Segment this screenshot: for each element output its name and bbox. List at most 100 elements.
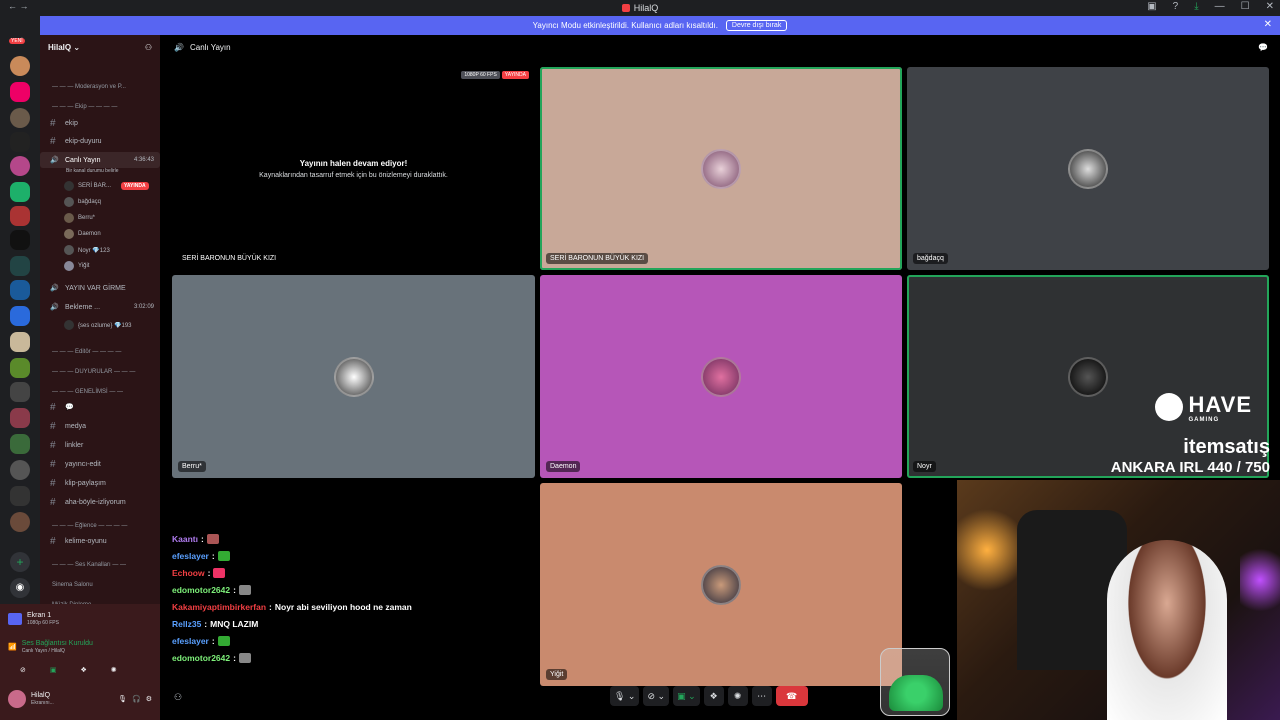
camera-off-icon[interactable]: ⊘ [20, 666, 26, 674]
tile-name: bağdaçq [913, 253, 948, 264]
help-icon[interactable]: ? [1173, 1, 1179, 12]
chat-icon[interactable]: 💬 [1258, 43, 1268, 52]
lamp-glow [957, 500, 1017, 600]
add-server-icon[interactable]: + [10, 552, 30, 572]
more-options-button[interactable]: ⋯ [751, 686, 772, 706]
server-icon[interactable] [10, 382, 30, 402]
server-icon[interactable] [10, 408, 30, 428]
voice-user[interactable]: Daemon [40, 226, 160, 242]
row-label: ekip [65, 119, 78, 127]
chat-username: Rellz35 [172, 618, 202, 629]
server-header[interactable]: HilalQ ⌄ ⚇ [40, 35, 160, 59]
soundboard-icon[interactable]: ✺ [111, 666, 117, 674]
participant-tile[interactable]: SERİ BARONUN BÜYÜK KIZI [540, 67, 902, 270]
disconnect-button[interactable]: ☎ [775, 686, 808, 706]
text-channel[interactable]: # medya [40, 418, 160, 434]
participant-tile[interactable]: Berru* [172, 275, 535, 478]
emote-icon [206, 533, 219, 544]
text-channel[interactable]: # 💬 [40, 399, 160, 415]
speaker-icon: 🔊 [174, 42, 184, 52]
participant-tile[interactable]: Yiğit [540, 483, 902, 686]
server-icon[interactable] [10, 182, 30, 202]
category-header[interactable]: — — — Moderasyon ve P... [40, 79, 160, 95]
voice-user[interactable]: Berru* [40, 210, 160, 226]
stream-quality: 1080P 60 FPS YAYINDA [461, 71, 529, 79]
inbox-icon[interactable]: ▣ [1147, 1, 1156, 12]
row-label: 💬 [65, 404, 74, 411]
chat-username: edomotor2642 [172, 652, 231, 663]
close-banner-icon[interactable]: ✕ [1264, 19, 1272, 30]
category-header[interactable]: — — — GENELİMSİ — — [40, 384, 160, 400]
server-icon[interactable] [10, 108, 30, 128]
camera-toggle[interactable]: ⊘ ⌄ [643, 686, 670, 706]
voice-user[interactable]: {ses ozlume} 💎193 [40, 317, 160, 333]
screen-share-icon[interactable]: ▣ [50, 666, 57, 674]
server-icon[interactable] [10, 332, 30, 352]
text-channel[interactable]: # klip-paylaşım [40, 475, 160, 491]
activities-icon[interactable]: ❖ [81, 666, 87, 674]
text-channel[interactable]: # yayıncı-edit [40, 456, 160, 472]
category-header[interactable]: — — — Eğlence — — — — [40, 518, 160, 534]
mic-icon[interactable]: 🎙 [118, 695, 127, 703]
back-icon[interactable]: ← → [8, 1, 29, 11]
server-icon[interactable] [10, 358, 30, 378]
user-info[interactable]: HilalQ Ekranını... 🎙 🎧 ⚙ [8, 690, 152, 708]
server-icon[interactable] [10, 512, 30, 532]
chat-separator: : [211, 550, 215, 561]
maximize-button[interactable]: ☐ [1241, 1, 1250, 12]
headphone-icon[interactable]: 🎧 [132, 695, 141, 703]
add-member-icon[interactable]: ⚇ [145, 43, 152, 52]
text-channel[interactable]: # kelime-oyunu [40, 533, 160, 549]
server-icon[interactable] [10, 460, 30, 480]
chat-username: Kakamiyaptimbirkerfan [172, 601, 267, 612]
server-icon[interactable] [10, 306, 30, 326]
participant-tile[interactable]: bağdaçq [907, 67, 1269, 270]
text-channel[interactable]: # aha-böyle-izliyorum [40, 494, 160, 510]
hash-icon: # [50, 135, 56, 147]
voice-user[interactable]: Yiğit [40, 258, 160, 274]
server-icon[interactable] [10, 132, 30, 152]
category-header[interactable]: Sinema Salonu [40, 577, 160, 593]
text-channel[interactable]: # linkler [40, 437, 160, 453]
chat-separator: : [200, 533, 204, 544]
disable-streamer-mode-button[interactable]: Devre dışı bırak [725, 20, 788, 31]
row-label: ekip-duyuru [65, 137, 102, 145]
text-channel[interactable]: # ekip [40, 115, 160, 131]
voice-user[interactable]: SERİ BAR... YAYINDA [40, 178, 160, 194]
server-icon[interactable] [10, 434, 30, 454]
server-icon[interactable] [10, 206, 30, 226]
minimize-button[interactable]: — [1215, 1, 1225, 12]
category-header[interactable]: — — — Editör — — — — [40, 344, 160, 360]
category-header[interactable]: — — — Ekip — — — — [40, 99, 160, 115]
voice-status[interactable]: 📶 Ses Bağlantısı Kuruldu Canlı Yayın / Hi… [8, 640, 93, 654]
server-icon[interactable] [10, 280, 30, 300]
chat-message: Kaantı: [172, 530, 532, 547]
download-icon[interactable]: ⤓ [1194, 1, 1198, 12]
server-icon[interactable] [10, 230, 30, 250]
server-icon[interactable] [10, 256, 30, 276]
chat-message: Echoow: [172, 564, 532, 581]
server-icon[interactable] [10, 56, 30, 76]
close-button[interactable]: ✕ [1266, 1, 1274, 12]
voice-user[interactable]: Noyr 💎123 [40, 242, 160, 258]
settings-icon[interactable]: ⚙ [146, 695, 152, 703]
voice-channel[interactable]: 🔊 Bekleme ... 3:02:09 [40, 299, 160, 315]
server-icon[interactable] [10, 156, 30, 176]
participant-tile[interactable]: Daemon [540, 275, 902, 478]
mic-toggle[interactable]: 🎙 ⌄ [610, 686, 640, 706]
voice-channel[interactable]: 🔊 YAYIN VAR GİRME [40, 280, 160, 296]
category-header[interactable]: — — — Ses Kanalları — — [40, 557, 160, 573]
screen-share-status[interactable]: Ekran 1 1080p 60 FPS [8, 612, 59, 626]
row-label: — — — GENELİMSİ — — [52, 389, 124, 395]
category-header[interactable]: — — — DUYURULAR — — — [40, 364, 160, 380]
popout-icon[interactable]: ⚇ [174, 692, 182, 703]
stream-tile[interactable]: 1080P 60 FPS YAYINDA Yayının halen devam … [172, 67, 535, 270]
discover-icon[interactable]: ◉ [10, 578, 30, 598]
activities-button[interactable]: ❖ [703, 686, 724, 706]
voice-user[interactable]: bağdaçq [40, 194, 160, 210]
screen-share-toggle[interactable]: ▣ ⌄ [673, 686, 700, 706]
server-icon[interactable] [10, 82, 30, 102]
text-channel[interactable]: # ekip-duyuru [40, 133, 160, 149]
soundboard-button[interactable]: ✺ [727, 686, 748, 706]
server-icon[interactable] [10, 486, 30, 506]
